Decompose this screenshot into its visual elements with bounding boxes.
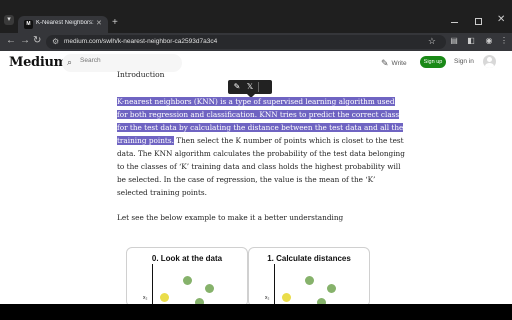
tab-search-icon[interactable]: ▾ <box>4 15 14 25</box>
section-heading: Introduction <box>117 70 165 79</box>
bookmark-star-icon[interactable]: ☆ <box>428 36 436 47</box>
data-point <box>327 284 336 293</box>
sidebar-icon[interactable]: ◧ <box>466 36 476 46</box>
paragraph-line: selected training points. <box>117 188 207 197</box>
paragraph-line: to the classes of ‘K’ training data and … <box>117 162 401 171</box>
tab-close-icon[interactable]: ✕ <box>96 19 102 27</box>
search-input[interactable] <box>80 57 175 64</box>
url-text: medium.com/swlh/k-nearest-neighbor-ca259… <box>64 38 218 45</box>
tab-title: K-Nearest Neighbors: A comple <box>36 20 94 26</box>
search-icon: ⌕ <box>67 57 73 67</box>
highlighted-text: training points. <box>117 136 174 145</box>
highlight-toolbar: ✎ 𝕏 <box>228 80 272 94</box>
figure-calculate-distances: 1. Calculate distances x₂ <box>248 247 370 304</box>
medium-favicon-icon: M <box>24 20 33 29</box>
write-label: Write <box>391 60 407 68</box>
highlighted-text: for the test data by calculating the dis… <box>117 123 404 132</box>
highlighted-text: for both regression and classification. … <box>117 110 400 119</box>
paragraph-line: be selected. In the case of regression, … <box>117 175 376 184</box>
page-content: Medium ⌕ ✎Write Sign up Sign in Introduc… <box>0 51 512 304</box>
paragraph-text: Then select the K number of points which… <box>173 136 404 145</box>
minimize-icon[interactable] <box>451 22 458 23</box>
forward-icon[interactable]: → <box>20 35 30 46</box>
tab-strip: ▾ M K-Nearest Neighbors: A comple ✕ + ✕ <box>0 0 512 33</box>
menu-icon[interactable]: ⋮ <box>499 36 509 46</box>
x-share-icon[interactable]: 𝕏 <box>244 82 256 92</box>
address-bar[interactable]: ⚙ medium.com/swlh/k-nearest-neighbor-ca2… <box>46 35 446 49</box>
back-icon[interactable]: ← <box>6 35 16 46</box>
site-info-icon[interactable]: ⚙ <box>52 37 59 46</box>
tab-active[interactable]: M K-Nearest Neighbors: A comple ✕ <box>18 16 108 33</box>
write-button[interactable]: ✎ Write <box>381 58 407 69</box>
data-point <box>305 276 314 285</box>
medium-logo[interactable]: Medium <box>9 55 67 70</box>
figure-look-at-data: 0. Look at the data x₂ <box>126 247 248 304</box>
figure-title: 0. Look at the data <box>151 254 223 263</box>
browser-toolbar: ← → ↻ ⚙ medium.com/swlh/k-nearest-neighb… <box>0 33 512 51</box>
toolbar-divider <box>258 82 259 92</box>
paragraph-line: for the test data by calculating the dis… <box>117 123 404 132</box>
axis-label: x₂ <box>143 295 148 301</box>
signup-button[interactable]: Sign up <box>420 56 446 68</box>
bottom-bar <box>0 304 512 320</box>
y-axis <box>274 264 275 304</box>
y-axis <box>152 264 153 304</box>
signin-link[interactable]: Sign in <box>454 58 474 65</box>
paragraph-line: training points. Then select the K numbe… <box>117 136 404 145</box>
window-close-icon[interactable]: ✕ <box>497 14 505 25</box>
data-point <box>282 293 291 302</box>
maximize-icon[interactable] <box>475 18 482 25</box>
extensions-icon[interactable]: ▤ <box>449 36 459 46</box>
data-point <box>160 293 169 302</box>
figure-title: 1. Calculate distances <box>267 254 351 263</box>
avatar[interactable] <box>483 55 496 68</box>
reload-icon[interactable]: ↻ <box>33 35 41 46</box>
profile-icon[interactable]: ◉ <box>484 36 494 46</box>
data-point <box>183 276 192 285</box>
paragraph-line: data. The KNN algorithm calculates the p… <box>117 149 405 158</box>
paragraph-line: K-nearest neighbors (KNN) is a type of s… <box>117 97 395 106</box>
highlight-pen-icon[interactable]: ✎ <box>231 82 243 92</box>
new-tab-icon[interactable]: + <box>112 17 118 28</box>
axis-label: x₂ <box>265 295 270 301</box>
paragraph-line: for both regression and classification. … <box>117 110 400 119</box>
write-icon: ✎ <box>381 58 389 68</box>
paragraph-line: Let see the below example to make it a b… <box>117 213 344 222</box>
data-point <box>205 284 214 293</box>
highlighted-text: K-nearest neighbors (KNN) is a type of s… <box>117 97 395 106</box>
